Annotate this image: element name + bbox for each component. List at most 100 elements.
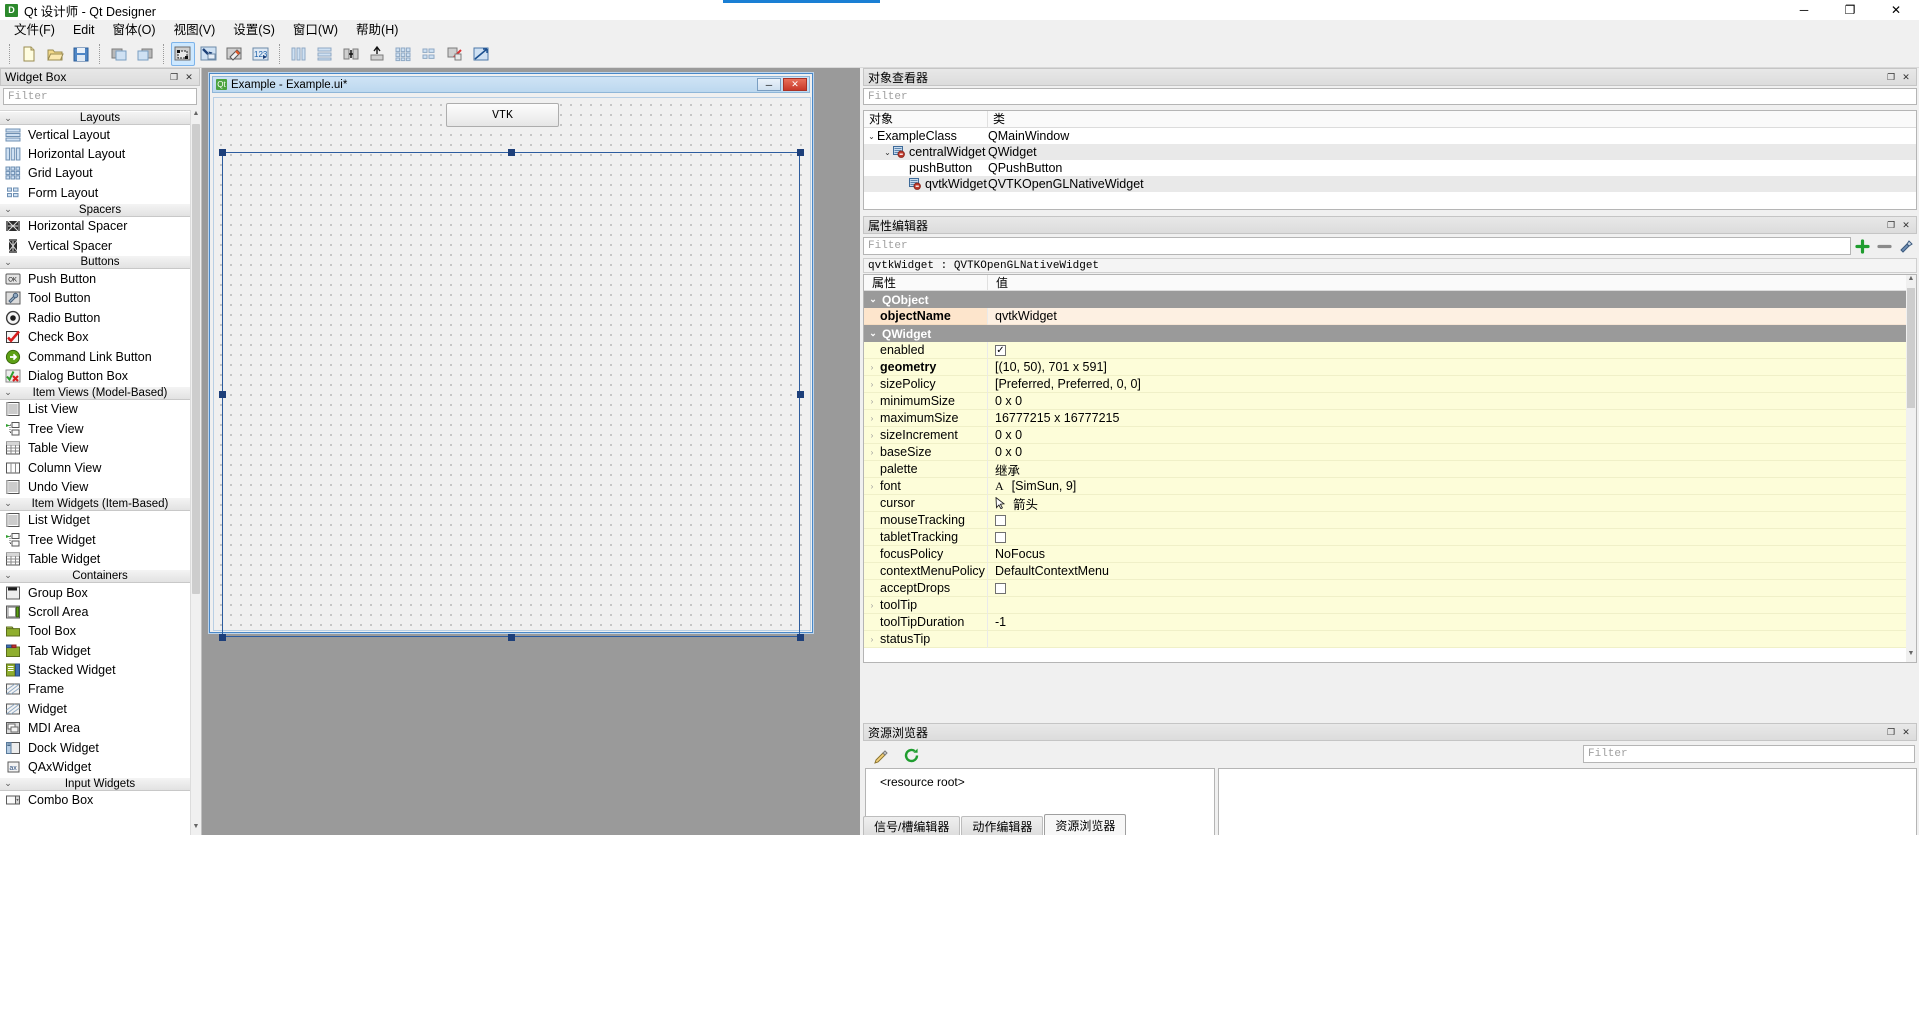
widget-box-item-push-button[interactable]: OK Push Button	[0, 269, 200, 288]
scroll-down-arrow[interactable]: ▼	[191, 823, 201, 835]
property-value-cell[interactable]	[988, 597, 1916, 614]
add-dynamic-property-icon[interactable]	[1851, 237, 1873, 255]
chevron-right-icon[interactable]: ›	[864, 431, 880, 440]
widget-box-category-containers[interactable]: ⌄ Containers	[0, 568, 200, 583]
open-folder-icon[interactable]	[43, 42, 67, 66]
widget-box-item-qaxwidget[interactable]: ax QAxWidget	[0, 757, 200, 776]
property-value-cell[interactable]: [(10, 50), 701 x 591]	[988, 359, 1916, 376]
chevron-right-icon[interactable]: ›	[864, 363, 880, 372]
property-value-cell[interactable]: A [SimSun, 9]	[988, 478, 1916, 495]
float-icon[interactable]: ❐	[1886, 727, 1896, 737]
widget-box-category-item-widgets-item-based[interactable]: ⌄ Item Widgets (Item-Based)	[0, 496, 200, 511]
splitter-vertical-icon[interactable]	[365, 42, 389, 66]
property-value-cell[interactable]: qvtkWidget	[988, 308, 1916, 325]
close-button[interactable]: ✕	[1873, 0, 1919, 20]
object-inspector-row[interactable]: qvtkWidget QVTKOpenGLNativeWidget	[864, 176, 1916, 192]
property-value-cell[interactable]: ✓	[988, 342, 1916, 359]
property-row-font[interactable]: › font A [SimSun, 9]	[864, 478, 1916, 495]
resize-handle-bottom-center[interactable]	[508, 634, 515, 641]
menu-settings[interactable]: 设置(S)	[224, 20, 284, 40]
property-row-statusTip[interactable]: › statusTip	[864, 631, 1916, 648]
form-minimize-button[interactable]: ─	[757, 78, 781, 91]
widget-box-item-combo-box[interactable]: Combo Box	[0, 791, 200, 810]
redo-icon[interactable]	[133, 42, 157, 66]
resize-handle-top-right[interactable]	[797, 149, 804, 156]
property-row-cursor[interactable]: cursor 箭头	[864, 495, 1916, 512]
widget-box-item-tool-button[interactable]: Tool Button	[0, 289, 200, 308]
property-row-toolTip[interactable]: › toolTip	[864, 597, 1916, 614]
signal-slot-icon[interactable]	[197, 42, 221, 66]
splitter-horizontal-icon[interactable]	[339, 42, 363, 66]
widget-box-item-tab-widget[interactable]: Tab Widget	[0, 641, 200, 660]
property-value-cell[interactable]: NoFocus	[988, 546, 1916, 563]
property-row-contextMenuPolicy[interactable]: contextMenuPolicy DefaultContextMenu	[864, 563, 1916, 580]
widget-box-item-radio-button[interactable]: Radio Button	[0, 308, 200, 327]
widget-box-item-form-layout[interactable]: Form Layout	[0, 183, 200, 202]
reload-icon[interactable]	[899, 745, 923, 765]
menu-form[interactable]: 窗体(O)	[104, 20, 165, 40]
push-button-vtk[interactable]: VTK	[446, 103, 559, 127]
widget-box-item-vertical-spacer[interactable]: Vertical Spacer	[0, 236, 200, 255]
minimize-button[interactable]: ─	[1781, 0, 1827, 20]
chevron-right-icon[interactable]: ›	[864, 448, 880, 457]
property-row-mouseTracking[interactable]: mouseTracking	[864, 512, 1916, 529]
resize-handle-bottom-right[interactable]	[797, 634, 804, 641]
property-editor-scrollbar[interactable]: ▲ ▼	[1906, 275, 1916, 662]
chevron-right-icon[interactable]: ›	[864, 601, 880, 610]
maximize-button[interactable]: ❐	[1827, 0, 1873, 20]
widget-box-item-vertical-layout[interactable]: Vertical Layout	[0, 125, 200, 144]
property-value-cell[interactable]	[988, 529, 1916, 546]
chevron-right-icon[interactable]: ›	[864, 635, 880, 644]
new-file-icon[interactable]	[17, 42, 41, 66]
remove-dynamic-property-icon[interactable]	[1873, 237, 1895, 255]
widget-box-item-tree-view[interactable]: Tree View	[0, 419, 200, 438]
close-icon[interactable]: ✕	[1901, 727, 1911, 737]
widget-box-item-list-widget[interactable]: List Widget	[0, 511, 200, 530]
property-row-toolTipDuration[interactable]: toolTipDuration -1	[864, 614, 1916, 631]
adjust-size-icon[interactable]	[469, 42, 493, 66]
buddy-icon[interactable]	[223, 42, 247, 66]
widget-box-item-mdi-area[interactable]: MDI Area	[0, 719, 200, 738]
widget-box-category-buttons[interactable]: ⌄ Buttons	[0, 255, 200, 270]
scroll-thumb[interactable]	[192, 124, 200, 594]
checkbox-unchecked-icon[interactable]	[995, 514, 1006, 526]
scroll-up-arrow[interactable]: ▲	[1906, 275, 1916, 287]
property-editor-table[interactable]: 属性 值 ⌄ QObject objectName qvtkWidget ⌄ QWidge…	[863, 274, 1917, 663]
menu-file[interactable]: 文件(F)	[5, 20, 64, 40]
chevron-right-icon[interactable]: ›	[864, 482, 880, 491]
layout-form-icon[interactable]	[417, 42, 441, 66]
property-value-cell[interactable]: DefaultContextMenu	[988, 563, 1916, 580]
resize-handle-bottom-left[interactable]	[219, 634, 226, 641]
widget-box-item-column-view[interactable]: Column View	[0, 458, 200, 477]
chevron-right-icon[interactable]: ›	[864, 380, 880, 389]
pencil-icon[interactable]	[869, 745, 893, 765]
widget-box-item-stacked-widget[interactable]: Stacked Widget	[0, 660, 200, 679]
widget-box-item-horizontal-spacer[interactable]: Horizontal Spacer	[0, 217, 200, 236]
property-row-baseSize[interactable]: › baseSize 0 x 0	[864, 444, 1916, 461]
configure-property-editor-icon[interactable]	[1895, 237, 1917, 255]
widget-box-item-scroll-area[interactable]: Scroll Area	[0, 602, 200, 621]
close-icon[interactable]: ✕	[1901, 72, 1911, 82]
widget-box-item-undo-view[interactable]: Undo View	[0, 477, 200, 496]
break-layout-icon[interactable]	[443, 42, 467, 66]
property-value-cell[interactable]	[988, 512, 1916, 529]
tab-resource-browser[interactable]: 资源浏览器	[1044, 814, 1127, 835]
checkbox-checked-icon[interactable]: ✓	[995, 344, 1006, 356]
resize-handle-top-left[interactable]	[219, 149, 226, 156]
scroll-up-arrow[interactable]: ▲	[191, 110, 201, 122]
property-value-cell[interactable]: 0 x 0	[988, 393, 1916, 410]
object-inspector-row[interactable]: ⌄ centralWidget QWidget	[864, 144, 1916, 160]
chevron-right-icon[interactable]: ›	[864, 397, 880, 406]
qvtkwidget-selection-outline[interactable]	[222, 152, 800, 637]
widget-box-item-table-widget[interactable]: Table Widget	[0, 549, 200, 568]
checkbox-unchecked-icon[interactable]	[995, 582, 1006, 594]
property-row-palette[interactable]: palette 继承	[864, 461, 1916, 478]
menu-window[interactable]: 窗口(W)	[284, 20, 347, 40]
resize-handle-middle-left[interactable]	[219, 391, 226, 398]
widget-box-item-frame[interactable]: Frame	[0, 680, 200, 699]
property-value-cell[interactable]: 继承	[988, 461, 1916, 478]
widget-box-item-tool-box[interactable]: Tool Box	[0, 622, 200, 641]
scroll-down-arrow[interactable]: ▼	[1906, 650, 1916, 662]
menu-view[interactable]: 视图(V)	[165, 20, 225, 40]
form-design-canvas[interactable]: VTK	[213, 97, 811, 641]
